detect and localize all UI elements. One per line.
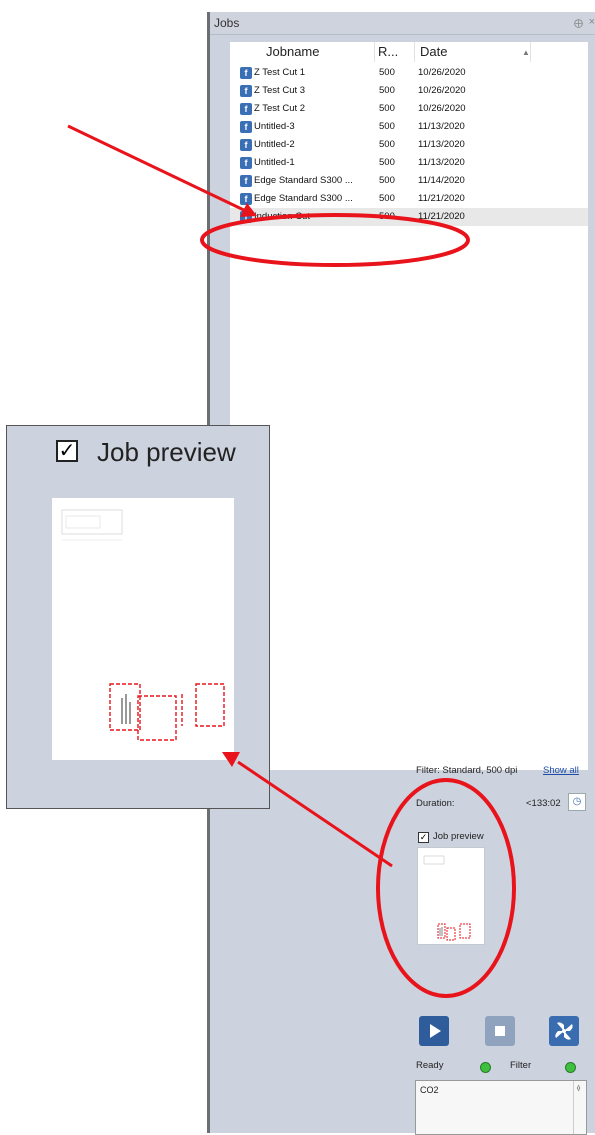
filter-label: Filter: Standard, 500 dpi bbox=[416, 765, 518, 776]
job-file-icon: f bbox=[240, 85, 252, 97]
job-resolution: 500 bbox=[379, 67, 395, 78]
job-file-icon: f bbox=[240, 175, 252, 187]
job-row[interactable]: f Untitled-3 500 11/13/2020 bbox=[230, 118, 588, 136]
job-preview-zoom-callout: ✓ Job preview bbox=[6, 425, 270, 809]
job-row[interactable]: f Untitled-2 500 11/13/2020 bbox=[230, 136, 588, 154]
filter-status-label: Filter bbox=[510, 1060, 532, 1071]
filter-status-led bbox=[565, 1062, 576, 1073]
job-preview-label: Job preview bbox=[433, 831, 484, 842]
job-date: 11/13/2020 bbox=[418, 121, 465, 132]
job-date: 10/26/2020 bbox=[418, 103, 466, 114]
duration-label: Duration: bbox=[416, 798, 455, 809]
job-name: Z Test Cut 3 bbox=[254, 85, 306, 96]
textbox-scrollbar[interactable]: ∧ ∨ bbox=[573, 1081, 586, 1134]
job-name: Untitled-1 bbox=[254, 157, 295, 168]
job-resolution: 500 bbox=[379, 85, 395, 96]
laser-type-text: CO2 bbox=[420, 1085, 439, 1095]
job-date: 11/14/2020 bbox=[418, 175, 465, 186]
job-resolution: 500 bbox=[379, 121, 395, 132]
column-divider[interactable] bbox=[530, 42, 531, 62]
job-date: 11/13/2020 bbox=[418, 139, 465, 150]
play-icon bbox=[430, 1024, 441, 1038]
job-row[interactable]: f Z Test Cut 2 500 10/26/2020 bbox=[230, 100, 588, 118]
job-name: Edge Standard S300 ... bbox=[254, 193, 353, 204]
job-name: Edge Standard S300 ... bbox=[254, 175, 353, 186]
preview-thumbnail-drawing bbox=[423, 855, 471, 941]
fan-button[interactable] bbox=[549, 1016, 579, 1046]
sort-ascending-icon: ▲ bbox=[522, 48, 530, 57]
job-file-icon: f bbox=[240, 139, 252, 151]
job-date: 11/13/2020 bbox=[418, 157, 465, 168]
job-resolution: 500 bbox=[379, 139, 395, 150]
column-divider[interactable] bbox=[374, 42, 375, 62]
zoom-job-preview-checkbox: ✓ bbox=[56, 440, 78, 462]
job-file-icon: f bbox=[240, 211, 252, 223]
ready-label: Ready bbox=[416, 1060, 444, 1071]
pin-icon[interactable]: ⨁ bbox=[574, 18, 583, 29]
stop-icon bbox=[495, 1026, 505, 1036]
show-all-link[interactable]: Show all bbox=[543, 765, 579, 776]
job-row[interactable]: f Z Test Cut 3 500 10/26/2020 bbox=[230, 82, 588, 100]
column-header-jobname[interactable]: Jobname bbox=[266, 42, 319, 62]
column-header-date[interactable]: Date bbox=[420, 42, 447, 62]
timer-icon[interactable]: ◷ bbox=[568, 793, 586, 811]
job-row-selected[interactable]: f Induction Cut 500 11/21/2020 bbox=[230, 208, 588, 226]
job-preview-thumbnail bbox=[417, 847, 485, 945]
job-resolution: 500 bbox=[379, 211, 395, 222]
job-name: Z Test Cut 1 bbox=[254, 67, 306, 78]
duration-value: <133:02 bbox=[526, 798, 561, 809]
job-preview-checkbox[interactable]: ✓ bbox=[418, 832, 429, 843]
job-date: 10/26/2020 bbox=[418, 67, 466, 78]
column-divider[interactable] bbox=[414, 42, 415, 62]
laser-type-textbox[interactable]: CO2 ∧ ∨ bbox=[415, 1080, 587, 1135]
job-resolution: 500 bbox=[379, 193, 395, 204]
job-resolution: 500 bbox=[379, 157, 395, 168]
zoom-preview-page bbox=[52, 498, 234, 760]
panel-title-bar: Jobs ⨁ × bbox=[210, 12, 595, 35]
job-file-icon: f bbox=[240, 193, 252, 205]
zoom-preview-drawing bbox=[61, 509, 225, 741]
job-resolution: 500 bbox=[379, 103, 395, 114]
job-date: 11/21/2020 bbox=[418, 211, 465, 222]
jobs-list[interactable]: Jobname R... Date ▲ f Z Test Cut 1 500 1… bbox=[230, 42, 588, 770]
scroll-down-icon[interactable]: ∨ bbox=[576, 1085, 581, 1132]
panel-title: Jobs bbox=[214, 16, 240, 30]
job-resolution: 500 bbox=[379, 175, 395, 186]
job-file-icon: f bbox=[240, 103, 252, 115]
ready-status-led bbox=[480, 1062, 491, 1073]
job-row[interactable]: f Z Test Cut 1 500 10/26/2020 bbox=[230, 64, 588, 82]
job-row[interactable]: f Untitled-1 500 11/13/2020 bbox=[230, 154, 588, 172]
job-name: Untitled-2 bbox=[254, 139, 295, 150]
job-row[interactable]: f Edge Standard S300 ... 500 11/14/2020 bbox=[230, 172, 588, 190]
play-button[interactable] bbox=[419, 1016, 449, 1046]
job-name: Untitled-3 bbox=[254, 121, 295, 132]
job-date: 11/21/2020 bbox=[418, 193, 465, 204]
stop-button[interactable] bbox=[485, 1016, 515, 1046]
column-header-resolution[interactable]: R... bbox=[378, 42, 398, 62]
job-file-icon: f bbox=[240, 67, 252, 79]
job-name: Induction Cut bbox=[254, 211, 310, 222]
fan-icon bbox=[555, 1022, 573, 1040]
close-icon[interactable]: × bbox=[589, 16, 595, 28]
job-row[interactable]: f Edge Standard S300 ... 500 11/21/2020 bbox=[230, 190, 588, 208]
zoom-job-preview-label: Job preview bbox=[97, 437, 236, 467]
job-file-icon: f bbox=[240, 157, 252, 169]
job-file-icon: f bbox=[240, 121, 252, 133]
job-date: 10/26/2020 bbox=[418, 85, 466, 96]
job-name: Z Test Cut 2 bbox=[254, 103, 306, 114]
